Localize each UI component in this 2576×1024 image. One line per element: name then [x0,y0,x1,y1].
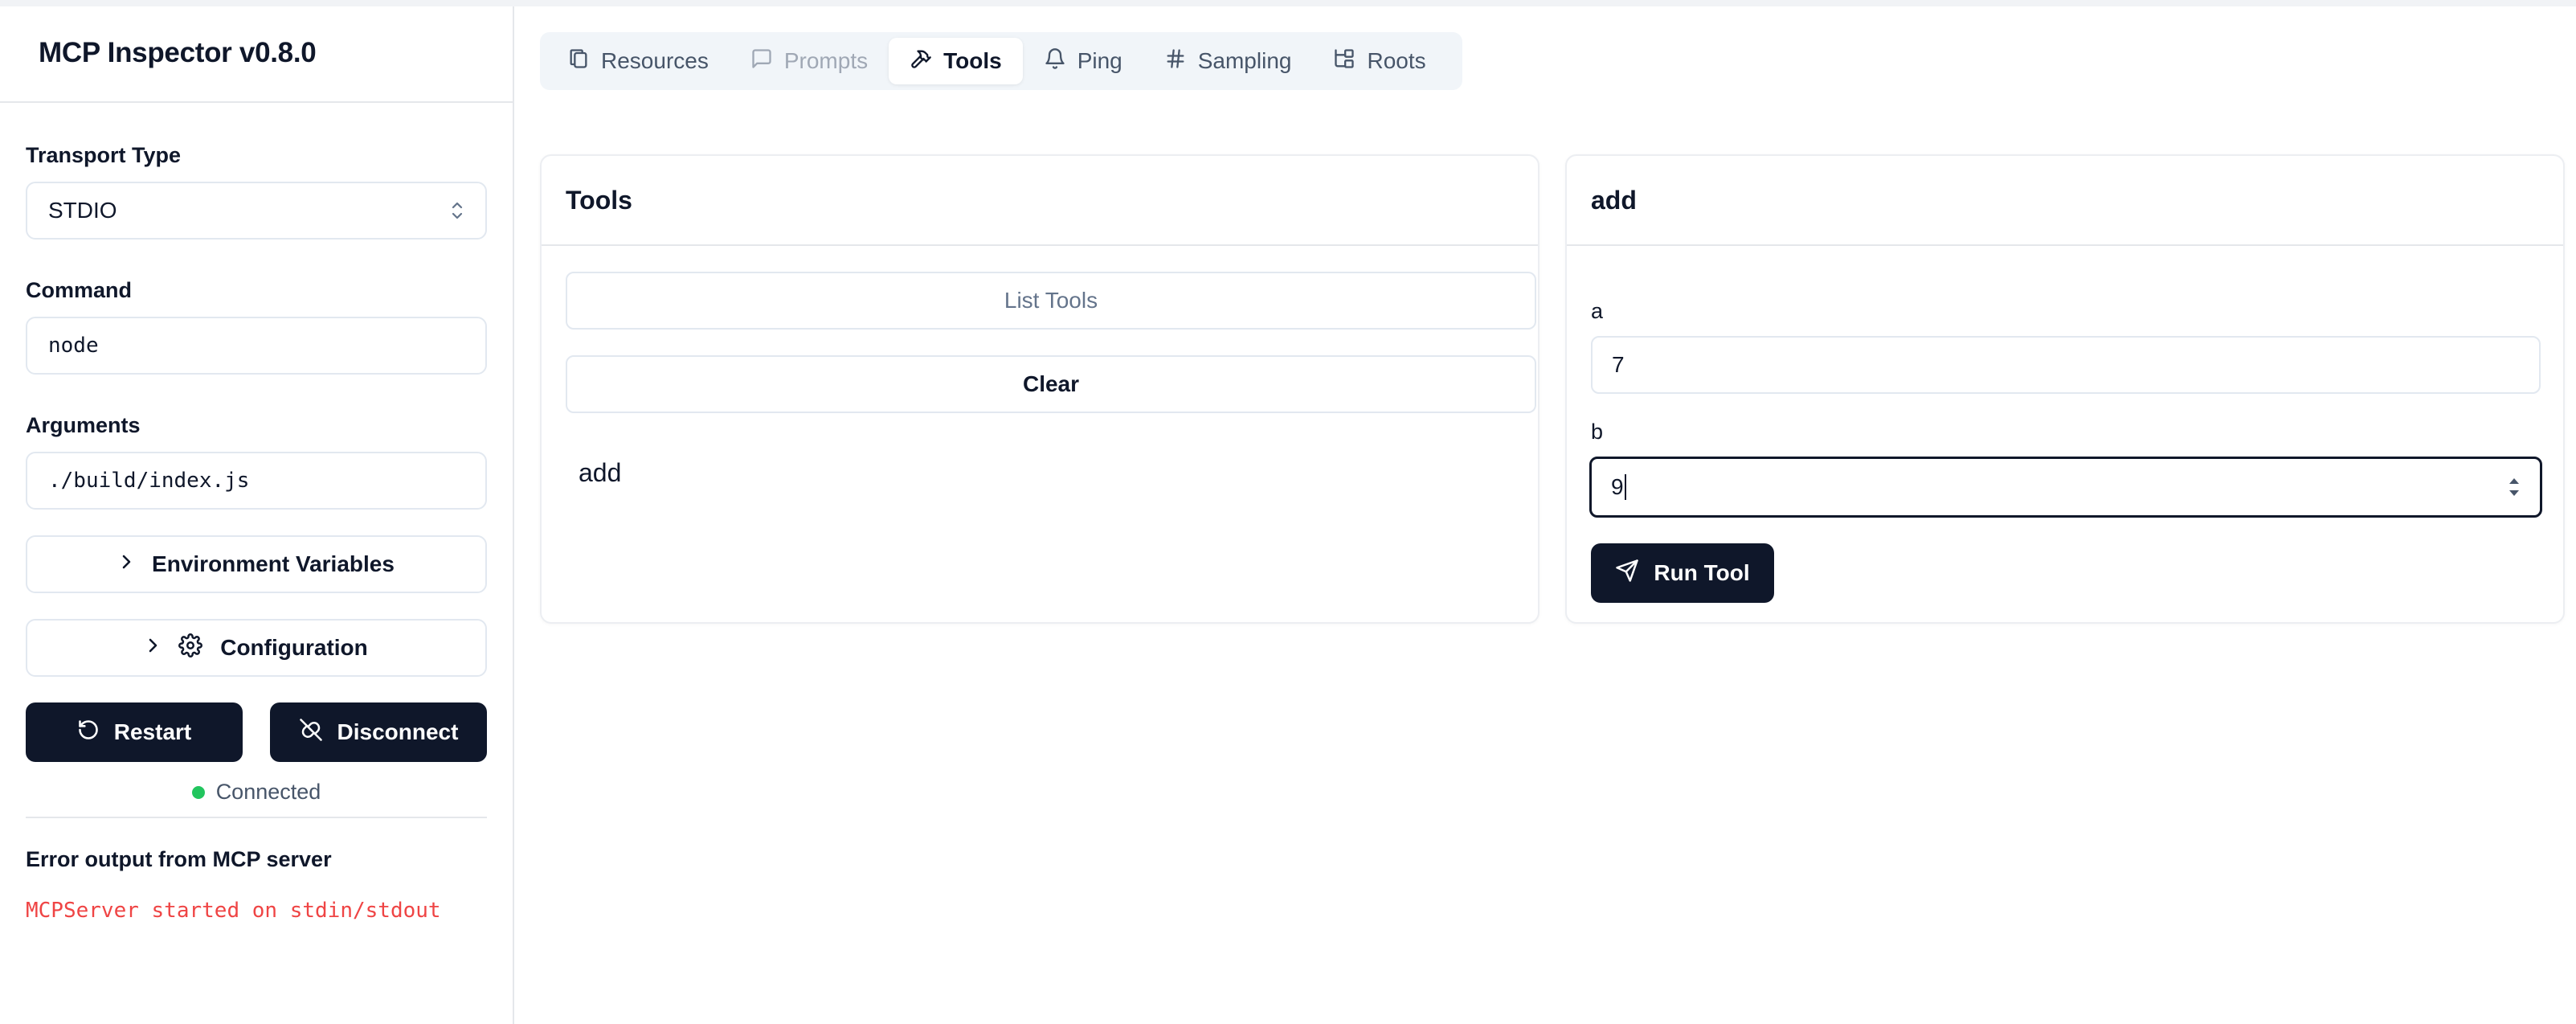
tools-panel: Tools List Tools Clear add [540,154,1539,624]
number-stepper-icon[interactable] [2508,476,2521,498]
restart-label: Restart [113,719,192,744]
transport-type-select[interactable]: STDIO [26,182,487,240]
arguments-value: ./build/index.js [48,469,250,493]
sidebar-divider [26,817,487,818]
arguments-label: Arguments [26,413,141,437]
chevron-right-icon [145,635,161,661]
text-caret [1624,474,1626,500]
disconnect-button[interactable]: Disconnect [270,702,487,762]
tool-list-item[interactable]: add [579,458,621,488]
tab-prompts-label: Prompts [783,48,869,73]
error-output-title: Error output from MCP server [26,847,332,871]
tools-panel-title: Tools [542,156,1538,246]
configuration-label: Configuration [220,635,368,660]
param-b-input[interactable]: 9 [1589,457,2542,518]
clear-button[interactable]: Clear [566,355,1536,413]
tab-sampling-label: Sampling [1197,48,1292,73]
app-title: MCP Inspector v0.8.0 [39,37,317,68]
sidebar: MCP Inspector v0.8.0 Transport Type STDI… [0,6,514,1024]
tool-detail-title: add [1567,156,2563,246]
rotate-ccw-icon [77,719,100,747]
tab-tools[interactable]: Tools [889,38,1023,84]
gear-icon [178,633,203,663]
main-tabs: Resources Prompts Tools Ping Sampling Ro… [540,32,1462,90]
command-value: node [48,334,99,358]
sidebar-header: MCP Inspector v0.8.0 [0,6,513,103]
environment-variables-button[interactable]: Environment Variables [26,535,487,593]
tab-ping[interactable]: Ping [1023,38,1143,84]
run-tool-button[interactable]: Run Tool [1591,543,1774,603]
hash-icon [1164,47,1187,76]
param-a-input[interactable]: 7 [1591,336,2541,394]
tab-tools-label: Tools [943,48,1002,73]
chevron-up-down-icon [450,200,464,221]
unplug-icon [299,718,323,748]
command-input[interactable]: node [26,317,487,375]
folder-tree-icon [1333,47,1355,76]
tool-detail-panel: add a 7 b 9 Run Tool [1565,154,2565,624]
bell-icon [1044,47,1066,76]
connection-status: Connected [26,780,487,805]
tab-roots-label: Roots [1367,48,1426,73]
message-icon [750,47,773,76]
environment-variables-label: Environment Variables [152,551,395,576]
list-tools-button[interactable]: List Tools [566,272,1536,330]
tab-sampling[interactable]: Sampling [1143,38,1313,84]
status-dot-icon [191,785,205,799]
window-top-strip [0,0,2576,6]
chevron-right-icon [118,551,134,577]
param-a-value: 7 [1612,352,1625,377]
tab-resources[interactable]: Resources [546,38,730,84]
disconnect-label: Disconnect [337,719,459,744]
error-output-line: MCPServer started on stdin/stdout [26,899,441,923]
run-tool-label: Run Tool [1654,560,1750,585]
tab-resources-label: Resources [601,48,709,73]
hammer-icon [910,47,932,76]
arguments-input[interactable]: ./build/index.js [26,452,487,510]
configuration-button[interactable]: Configuration [26,619,487,677]
tab-ping-label: Ping [1077,48,1122,73]
files-icon [567,47,590,76]
connection-status-text: Connected [215,780,321,804]
command-label: Command [26,278,133,302]
send-icon [1615,559,1639,588]
restart-button[interactable]: Restart [26,702,243,762]
tab-prompts[interactable]: Prompts [730,38,889,84]
tab-roots[interactable]: Roots [1312,38,1446,84]
transport-type-label: Transport Type [26,143,182,167]
transport-type-value: STDIO [48,198,117,223]
param-b-label: b [1591,420,1604,444]
param-b-value: 9 [1611,474,1624,499]
param-a-label: a [1591,299,1604,323]
